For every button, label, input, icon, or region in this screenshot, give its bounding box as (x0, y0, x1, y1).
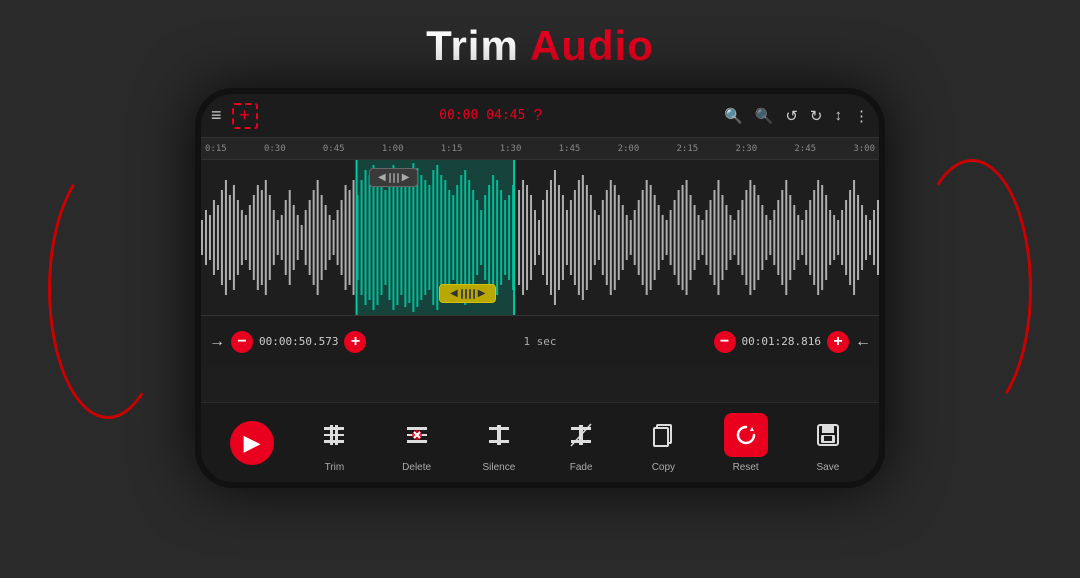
mark-10: 2:45 (794, 144, 816, 154)
fade-icon (559, 413, 603, 457)
time-right-stamp: 00:01:28.816 (742, 335, 821, 348)
silence-button[interactable]: Silence (477, 413, 521, 473)
time-left-display: 00:00 (439, 108, 478, 123)
delete-icon (395, 413, 439, 457)
play-button[interactable]: ▶ (230, 421, 274, 465)
mark-4: 1:15 (441, 144, 463, 154)
undo-icon[interactable]: ↺ (785, 107, 798, 125)
top-bar-right: 🔍 🔍 ↺ ↻ ↕ ⋮ (724, 107, 869, 125)
save-button[interactable]: Save (806, 413, 850, 473)
mark-9: 2:30 (735, 144, 757, 154)
bottom-handle-lines (461, 289, 475, 299)
play-icon: ▶ (230, 421, 274, 465)
help-icon[interactable]: ? (533, 107, 542, 125)
mark-8: 2:15 (677, 144, 699, 154)
save-icon (806, 413, 850, 457)
trim-label: Trim (325, 462, 345, 473)
reset-icon (724, 413, 768, 457)
trim-handle-bottom[interactable]: ◀ ▶ (439, 284, 496, 303)
interval-label: 1 sec (372, 335, 707, 348)
title-suffix: Audio (530, 22, 654, 69)
zoom-out-icon[interactable]: 🔍 (755, 107, 774, 125)
top-bar: ≡ + 00:00 04:45 ? 🔍 🔍 ↺ ↻ ↕ ⋮ (201, 94, 879, 138)
time-right-display: 04:45 (486, 108, 525, 123)
zoom-in-icon[interactable]: 🔍 (724, 107, 743, 125)
action-bar: ▶ Trim (201, 402, 879, 482)
trim-button[interactable]: Trim (312, 413, 356, 473)
title-prefix: Trim (426, 22, 530, 69)
arc-left-decoration (48, 159, 168, 419)
minus-right-button[interactable]: − (714, 331, 736, 353)
copy-label: Copy (652, 462, 675, 473)
redo-icon[interactable]: ↻ (810, 107, 823, 125)
top-bar-center: 00:00 04:45 ? (258, 107, 724, 125)
delete-label: Delete (402, 462, 431, 473)
add-button[interactable]: + (232, 103, 258, 129)
side-button (195, 263, 199, 313)
mark-5: 1:30 (500, 144, 522, 154)
sort-icon[interactable]: ↕ (835, 107, 843, 124)
mark-11: 3:00 (853, 144, 875, 154)
waveform-svg (201, 160, 879, 315)
waveform-canvas[interactable]: ◀ ▶ ◀ ▶ (201, 160, 879, 315)
timeline-ruler: 0:15 0:30 0:45 1:00 1:15 1:30 1:45 2:00 … (201, 138, 879, 160)
trim-icon (312, 413, 356, 457)
fade-button[interactable]: Fade (559, 413, 603, 473)
trim-handle-top[interactable]: ◀ ▶ (369, 168, 418, 187)
mark-1: 0:30 (264, 144, 286, 154)
silence-icon (477, 413, 521, 457)
save-label: Save (816, 462, 839, 473)
handle-lines (389, 173, 399, 183)
ruler-marks: 0:15 0:30 0:45 1:00 1:15 1:30 1:45 2:00 … (205, 144, 875, 154)
page-title: Trim Audio (426, 22, 654, 70)
mark-3: 1:00 (382, 144, 404, 154)
reset-label: Reset (733, 462, 759, 473)
bottom-handle-left-arrow: ◀ (450, 288, 458, 299)
handle-right-arrow: ▶ (402, 172, 410, 183)
arc-right-decoration (912, 159, 1032, 419)
arrow-right-icon[interactable]: ← (855, 333, 871, 351)
copy-icon (641, 413, 685, 457)
time-left-stamp: 00:00:50.573 (259, 335, 338, 348)
bottom-handle-right-arrow: ▶ (478, 288, 486, 299)
mark-7: 2:00 (618, 144, 640, 154)
bottom-controls: → − 00:00:50.573 + 1 sec − 00:01:28.816 … (201, 315, 879, 367)
minus-left-button[interactable]: − (231, 331, 253, 353)
plus-left-button[interactable]: + (344, 331, 366, 353)
mark-2: 0:45 (323, 144, 345, 154)
silence-label: Silence (482, 462, 515, 473)
delete-button[interactable]: Delete (395, 413, 439, 473)
top-bar-left: ≡ + (211, 103, 258, 129)
phone-frame: ≡ + 00:00 04:45 ? 🔍 🔍 ↺ ↻ ↕ ⋮ 0:15 0:3 (195, 88, 885, 488)
reset-button[interactable]: Reset (724, 413, 768, 473)
handle-left-arrow: ◀ (378, 172, 386, 183)
fade-label: Fade (570, 462, 593, 473)
menu-icon[interactable]: ≡ (211, 105, 222, 126)
waveform-area: 0:15 0:30 0:45 1:00 1:15 1:30 1:45 2:00 … (201, 138, 879, 402)
arrow-left-icon[interactable]: → (209, 333, 225, 351)
mark-0: 0:15 (205, 144, 227, 154)
mark-6: 1:45 (559, 144, 581, 154)
more-icon[interactable]: ⋮ (854, 107, 869, 125)
copy-button[interactable]: Copy (641, 413, 685, 473)
plus-right-button[interactable]: + (827, 331, 849, 353)
